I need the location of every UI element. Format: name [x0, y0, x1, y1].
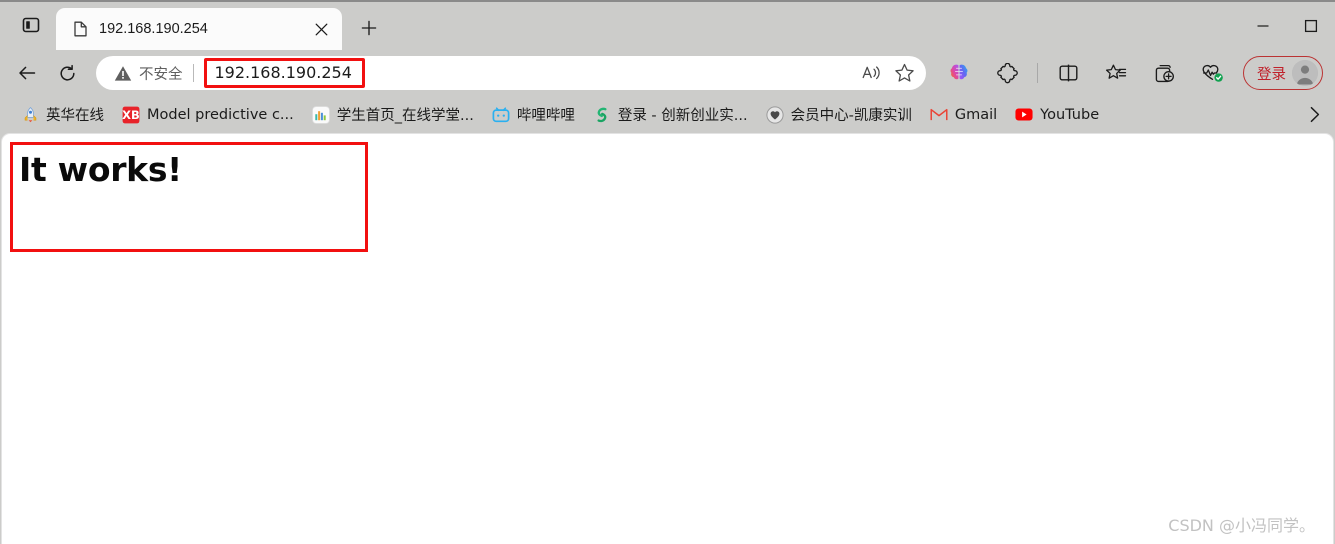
bookmarks-bar: 英华在线 XB Model predictive c... 学生首页_在线学堂.…	[0, 96, 1335, 133]
sign-in-label: 登录	[1257, 66, 1286, 83]
window-controls	[1239, 2, 1335, 50]
heart-circle-icon	[766, 105, 784, 124]
bookmark-label: 登录 - 创新创业实...	[617, 108, 748, 124]
close-icon[interactable]	[308, 16, 334, 42]
bookmark-item[interactable]: XB Model predictive c...	[113, 102, 303, 128]
green-s-icon	[593, 106, 611, 124]
bookmark-item[interactable]: YouTube	[1006, 102, 1108, 128]
copilot-icon[interactable]	[941, 55, 977, 91]
bilibili-icon	[492, 106, 510, 124]
refresh-button[interactable]	[48, 54, 86, 92]
address-bar[interactable]: 不安全 192.168.190.254	[96, 56, 926, 90]
xb-icon: XB	[122, 106, 140, 124]
page-heading: It works!	[19, 150, 182, 189]
minimize-button[interactable]	[1239, 2, 1287, 50]
bookmark-label: YouTube	[1040, 106, 1100, 123]
bookmark-label: 会员中心-凯康实训	[790, 108, 912, 124]
browser-window: 192.168.190.254 不安全 192.168.190.254 登录 英…	[0, 0, 1335, 544]
warning-triangle-icon	[114, 65, 132, 82]
read-aloud-icon[interactable]	[856, 57, 888, 89]
browser-essentials-icon[interactable]	[1194, 55, 1230, 91]
favorites-icon[interactable]	[1098, 55, 1134, 91]
bookmark-label: 学生首页_在线学堂...	[336, 108, 474, 124]
back-button[interactable]	[8, 54, 46, 92]
extensions-icon[interactable]	[989, 55, 1025, 91]
split-screen-icon[interactable]	[1050, 55, 1086, 91]
bookmarks-overflow-chevron-right-icon[interactable]	[1299, 100, 1329, 130]
bookmark-label: 英华在线	[46, 108, 104, 124]
security-status[interactable]: 不安全	[114, 63, 183, 84]
tab-actions-button[interactable]	[6, 4, 56, 46]
document-icon	[72, 21, 89, 38]
toolbar-divider	[1037, 63, 1038, 83]
content-area: It works! CSDN @小冯同学。	[0, 133, 1335, 544]
bookmark-label: Model predictive c...	[147, 106, 294, 123]
maximize-button[interactable]	[1287, 2, 1335, 50]
bookmark-label: Gmail	[954, 106, 998, 123]
barchart-icon	[312, 105, 330, 124]
avatar[interactable]	[1292, 60, 1318, 86]
url-annotation-box: 192.168.190.254	[203, 58, 365, 88]
bookmark-item[interactable]: 英华在线	[12, 100, 113, 129]
new-tab-button[interactable]	[352, 11, 386, 45]
navigation-toolbar: 不安全 192.168.190.254 登录	[0, 50, 1335, 96]
sign-in-button[interactable]: 登录	[1243, 56, 1323, 90]
tab-strip: 192.168.190.254	[0, 0, 1335, 50]
omnibox-divider	[192, 64, 194, 82]
svg-text:XB: XB	[122, 108, 140, 122]
bookmark-label: 哔哩哔哩	[516, 108, 575, 124]
browser-tab[interactable]: 192.168.190.254	[56, 8, 342, 50]
favorite-star-icon[interactable]	[888, 57, 920, 89]
bookmark-item[interactable]: 哔哩哔哩	[483, 100, 584, 129]
url-text[interactable]: 192.168.190.254	[215, 63, 352, 82]
watermark: CSDN @小冯同学。	[1168, 516, 1315, 535]
rocket-icon	[21, 106, 39, 124]
bookmark-item[interactable]: Gmail	[921, 102, 1006, 128]
web-page: It works! CSDN @小冯同学。	[1, 133, 1334, 544]
bookmark-item[interactable]: 会员中心-凯康实训	[757, 100, 921, 129]
security-label: 不安全	[139, 66, 183, 83]
bookmark-item[interactable]: 登录 - 创新创业实...	[584, 100, 757, 129]
bookmark-item[interactable]: 学生首页_在线学堂...	[303, 100, 483, 129]
tab-title: 192.168.190.254	[99, 21, 208, 37]
gmail-icon	[930, 106, 948, 124]
youtube-icon	[1015, 106, 1033, 124]
collections-icon[interactable]	[1146, 55, 1182, 91]
